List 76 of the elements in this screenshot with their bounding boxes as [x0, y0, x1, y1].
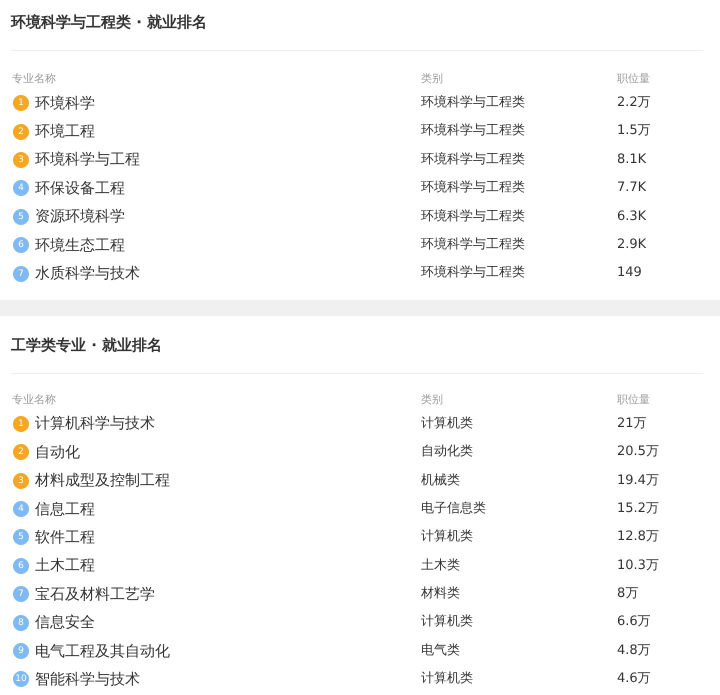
job-count-cell-text: 21万 — [617, 414, 647, 433]
rank-badge: 6 — [13, 558, 29, 574]
rank-badge: 9 — [13, 643, 29, 660]
rank-badge: 1 — [13, 95, 29, 112]
rank-badge: 7 — [13, 266, 29, 282]
job-count-cell-text: 8万 — [617, 585, 638, 604]
rank-badge: 1 — [13, 416, 29, 432]
major-name: 信息安全 — [35, 613, 95, 632]
category-cell-text: 计算机类 — [421, 528, 473, 546]
rank-badge: 3 — [13, 472, 29, 489]
major-name: 环境生态工程 — [35, 236, 125, 255]
category-cell-text: 计算机类 — [421, 670, 473, 688]
section-title: 工学类专业 · 就业排名 — [11, 334, 703, 374]
category-cell-text: 环境科学与工程类 — [421, 208, 525, 226]
major-name: 水质科学与技术 — [35, 264, 140, 284]
category-cell-text: 环境科学与工程类 — [421, 150, 525, 169]
rank-badge: 3 — [13, 152, 29, 168]
category-cell-text: 材料类 — [421, 585, 460, 604]
category-cell-text: 环境科学与工程类 — [421, 122, 525, 140]
rank-badge: 7 — [13, 586, 29, 602]
column-header: 类别 — [421, 71, 443, 87]
major-name: 智能科学与技术 — [35, 670, 140, 689]
job-count-cell-text: 19.4万 — [617, 472, 659, 490]
major-name: 软件工程 — [35, 528, 95, 547]
job-count-cell-text: 2.2万 — [617, 94, 651, 112]
rank-badge: 8 — [13, 614, 29, 631]
rank-badge: 5 — [13, 529, 29, 546]
section-title: 环境科学与工程类 · 就业排名 — [11, 11, 703, 51]
job-count-cell-text: 12.8万 — [617, 528, 659, 546]
category-cell-text: 自动化类 — [421, 443, 473, 462]
job-count-cell-text: 4.6万 — [617, 670, 651, 688]
major-name: 计算机科学与技术 — [35, 414, 155, 434]
job-count-cell-text: 2.9K — [617, 236, 646, 254]
job-count-cell-text: 20.5万 — [617, 443, 659, 462]
major-name: 材料成型及控制工程 — [35, 471, 170, 490]
job-count-cell-text: 6.3K — [617, 208, 646, 226]
category-cell-text: 电气类 — [421, 642, 460, 660]
job-count-cell-text: 6.6万 — [617, 613, 651, 632]
category-cell-text: 机械类 — [421, 472, 460, 490]
major-name: 自动化 — [35, 442, 80, 462]
category-cell-text: 环境科学与工程类 — [421, 236, 525, 254]
job-count-cell-text: 4.8万 — [617, 642, 651, 660]
major-name: 信息工程 — [35, 500, 95, 519]
rank-badge: 6 — [13, 237, 29, 254]
category-cell-text: 电子信息类 — [421, 500, 486, 518]
major-name: 资源环境科学 — [35, 207, 125, 226]
category-cell-text: 环境科学与工程类 — [421, 94, 525, 112]
column-header: 职位量 — [617, 71, 650, 87]
rank-badge: 4 — [13, 180, 29, 196]
rank-badge: 5 — [13, 208, 29, 225]
job-count-cell-text: 15.2万 — [617, 500, 659, 518]
major-name: 环境科学与工程 — [35, 150, 140, 170]
job-count-cell-text: 10.3万 — [617, 556, 659, 575]
major-name: 电气工程及其自动化 — [35, 642, 170, 661]
category-cell-text: 环境科学与工程类 — [421, 264, 525, 282]
category-cell-text: 计算机类 — [421, 414, 473, 433]
column-header: 专业名称 — [12, 71, 56, 87]
column-header: 职位量 — [617, 392, 650, 408]
rank-badge: 10 — [13, 671, 29, 688]
major-name: 环境科学 — [35, 94, 95, 113]
major-name: 环保设备工程 — [35, 178, 125, 198]
major-name: 宝石及材料工艺学 — [35, 584, 155, 604]
rank-badge: 2 — [13, 124, 29, 140]
job-count-cell-text: 149 — [617, 264, 642, 282]
rank-badge: 2 — [13, 444, 29, 460]
category-cell-text: 土木类 — [421, 556, 460, 575]
column-header: 类别 — [421, 392, 443, 408]
category-cell-text: 环境科学与工程类 — [421, 179, 525, 198]
job-count-cell-text: 7.7K — [617, 179, 646, 198]
rank-badge: 4 — [13, 501, 29, 518]
category-cell-text: 计算机类 — [421, 613, 473, 632]
job-count-cell-text: 1.5万 — [617, 122, 651, 140]
major-name: 环境工程 — [35, 122, 95, 142]
major-name: 土木工程 — [35, 556, 95, 576]
job-count-cell-text: 8.1K — [617, 150, 646, 169]
column-header: 专业名称 — [12, 392, 56, 408]
